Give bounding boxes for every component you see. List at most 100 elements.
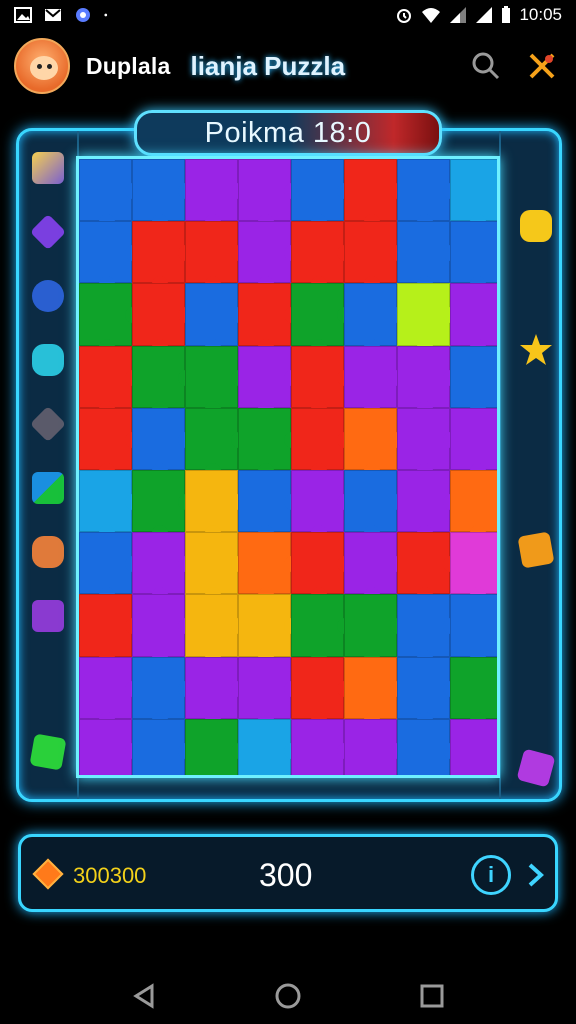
puzzle-piece[interactable] — [238, 283, 300, 355]
puzzle-piece[interactable] — [185, 594, 247, 666]
puzzle-piece[interactable] — [238, 159, 300, 231]
puzzle-piece[interactable] — [132, 656, 194, 728]
puzzle-piece[interactable] — [79, 221, 141, 293]
puzzle-piece[interactable] — [79, 594, 141, 666]
puzzle-piece[interactable] — [344, 470, 406, 542]
puzzle-piece[interactable] — [450, 594, 497, 666]
orange-box-slot[interactable] — [513, 527, 559, 573]
puzzle-piece[interactable] — [132, 221, 194, 293]
puzzle-piece[interactable] — [291, 221, 353, 293]
puzzle-piece[interactable] — [291, 345, 353, 417]
puzzle-piece[interactable] — [397, 532, 459, 604]
puzzle-piece[interactable] — [450, 407, 497, 479]
puzzle-piece[interactable] — [291, 532, 353, 604]
puzzle-piece[interactable] — [397, 221, 459, 293]
puzzle-piece[interactable] — [450, 221, 497, 293]
puzzle-piece[interactable] — [132, 470, 194, 542]
puzzle-piece[interactable] — [132, 594, 194, 666]
green-tile-slot[interactable] — [25, 729, 71, 775]
grey-block-slot[interactable] — [25, 401, 71, 447]
tools-button[interactable] — [524, 48, 560, 84]
search-button[interactable] — [468, 48, 504, 84]
puzzle-piece[interactable] — [185, 470, 247, 542]
puzzle-piece[interactable] — [291, 470, 353, 542]
puzzle-piece[interactable] — [132, 159, 194, 231]
puzzle-piece[interactable] — [397, 656, 459, 728]
purple-tile-slot[interactable] — [513, 745, 559, 791]
puzzle-piece[interactable] — [79, 159, 141, 231]
puzzle-piece[interactable] — [79, 470, 141, 542]
puzzle-piece[interactable] — [185, 656, 247, 728]
puzzle-piece[interactable] — [238, 221, 300, 293]
green-flag-slot[interactable] — [25, 465, 71, 511]
puzzle-piece[interactable] — [291, 407, 353, 479]
puzzle-piece[interactable] — [397, 159, 459, 231]
puzzle-piece[interactable] — [132, 283, 194, 355]
puzzle-piece[interactable] — [79, 407, 141, 479]
puzzle-piece[interactable] — [397, 470, 459, 542]
orange-creature-slot[interactable] — [25, 529, 71, 575]
puzzle-piece[interactable] — [185, 345, 247, 417]
puzzle-piece[interactable] — [344, 718, 406, 775]
recents-button[interactable] — [414, 978, 450, 1014]
puzzle-piece[interactable] — [79, 656, 141, 728]
puzzle-piece[interactable] — [344, 221, 406, 293]
puzzle-piece[interactable] — [238, 718, 300, 775]
puzzle-piece[interactable] — [291, 159, 353, 231]
puzzle-piece[interactable] — [344, 594, 406, 666]
puzzle-piece[interactable] — [185, 407, 247, 479]
purple-box-slot[interactable] — [25, 593, 71, 639]
puzzle-piece[interactable] — [397, 345, 459, 417]
puzzle-piece[interactable] — [450, 656, 497, 728]
tool-brush-slot[interactable] — [25, 145, 71, 191]
puzzle-piece[interactable] — [132, 532, 194, 604]
puzzle-piece[interactable] — [132, 407, 194, 479]
puzzle-piece[interactable] — [185, 532, 247, 604]
puzzle-grid[interactable] — [76, 156, 500, 778]
puzzle-piece[interactable] — [450, 470, 497, 542]
avatar[interactable] — [14, 38, 70, 94]
puzzle-piece[interactable] — [79, 345, 141, 417]
puzzle-piece[interactable] — [238, 532, 300, 604]
puzzle-piece[interactable] — [344, 345, 406, 417]
yellow-creature-slot[interactable] — [513, 203, 559, 249]
puzzle-piece[interactable] — [291, 594, 353, 666]
puzzle-piece[interactable] — [344, 656, 406, 728]
purple-gem-slot[interactable] — [25, 209, 71, 255]
puzzle-piece[interactable] — [238, 656, 300, 728]
puzzle-piece[interactable] — [344, 532, 406, 604]
puzzle-piece[interactable] — [132, 718, 194, 775]
puzzle-piece[interactable] — [79, 718, 141, 775]
yellow-star-slot[interactable] — [513, 327, 559, 373]
puzzle-piece[interactable] — [185, 718, 247, 775]
puzzle-piece[interactable] — [238, 594, 300, 666]
puzzle-piece[interactable] — [79, 532, 141, 604]
puzzle-piece[interactable] — [397, 407, 459, 479]
puzzle-piece[interactable] — [79, 283, 141, 355]
puzzle-piece[interactable] — [450, 283, 497, 355]
puzzle-piece[interactable] — [185, 221, 247, 293]
puzzle-piece[interactable] — [238, 345, 300, 417]
puzzle-piece[interactable] — [238, 470, 300, 542]
puzzle-piece[interactable] — [397, 718, 459, 775]
puzzle-piece[interactable] — [450, 532, 497, 604]
teal-creature-slot[interactable] — [25, 337, 71, 383]
next-button[interactable] — [521, 855, 551, 895]
puzzle-piece[interactable] — [238, 407, 300, 479]
info-button[interactable]: i — [471, 855, 511, 895]
puzzle-piece[interactable] — [291, 656, 353, 728]
puzzle-piece[interactable] — [450, 345, 497, 417]
puzzle-piece[interactable] — [344, 159, 406, 231]
puzzle-piece[interactable] — [344, 407, 406, 479]
home-button[interactable] — [270, 978, 306, 1014]
puzzle-piece[interactable] — [397, 283, 459, 355]
puzzle-piece[interactable] — [291, 718, 353, 775]
puzzle-piece[interactable] — [185, 159, 247, 231]
puzzle-piece[interactable] — [185, 283, 247, 355]
puzzle-piece[interactable] — [397, 594, 459, 666]
puzzle-piece[interactable] — [291, 283, 353, 355]
back-button[interactable] — [126, 978, 162, 1014]
blue-gear-slot[interactable] — [25, 273, 71, 319]
puzzle-piece[interactable] — [450, 159, 497, 231]
puzzle-piece[interactable] — [450, 718, 497, 775]
